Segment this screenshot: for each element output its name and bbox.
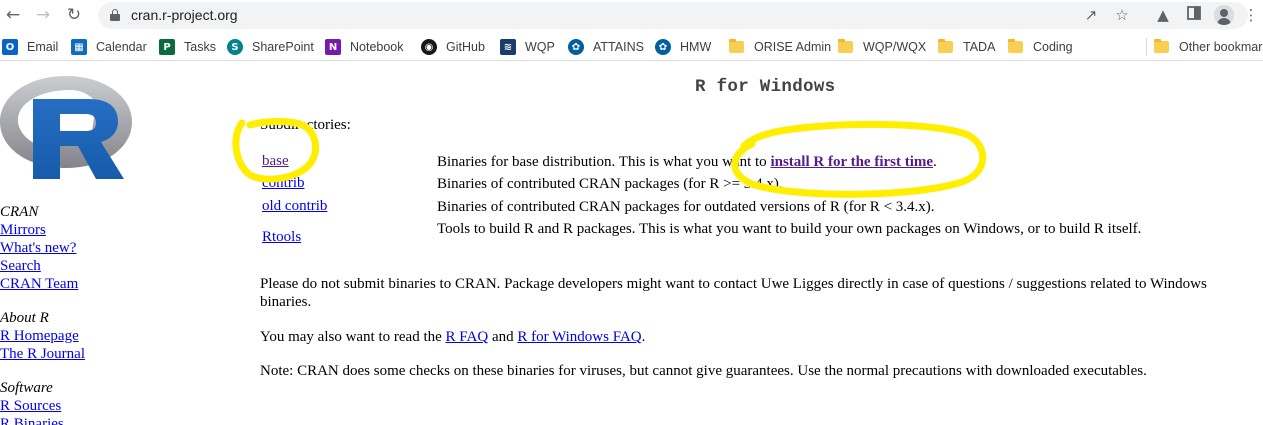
- bookmark-wqp[interactable]: ≋ WQP: [500, 37, 555, 57]
- bookmark-calendar[interactable]: ▦ Calendar: [71, 37, 147, 57]
- bookmark-label: Coding: [1033, 40, 1073, 54]
- install-r-first-time-link[interactable]: install R for the first time: [770, 154, 933, 170]
- sidebar-link-cran-team[interactable]: CRAN Team: [0, 275, 100, 293]
- bookmark-notebook[interactable]: N Notebook: [325, 37, 404, 57]
- sidebar-link-r-journal[interactable]: The R Journal: [0, 345, 100, 363]
- bookmark-attains[interactable]: ✿ ATTAINS: [568, 37, 644, 57]
- menu-kebab-icon[interactable]: ⋮: [1240, 4, 1262, 26]
- folder-icon: [838, 39, 853, 53]
- para-text: You may also want to read the: [260, 329, 446, 345]
- sidebar-heading-about-r: About R: [0, 310, 49, 326]
- bookmark-orise-admin[interactable]: ORISE Admin: [729, 37, 831, 57]
- sidebar-link-mirrors[interactable]: Mirrors: [0, 221, 100, 239]
- address-bar[interactable]: cran.r-project.org ↗ ☆: [98, 2, 1248, 29]
- desc-text: Binaries for base distribution. This is …: [437, 154, 771, 170]
- binaries-notice-paragraph: Please do not submit binaries to CRAN. P…: [260, 276, 1207, 310]
- bookmark-sharepoint[interactable]: S SharePoint: [227, 37, 314, 57]
- folder-icon: [1154, 39, 1169, 53]
- page-title: R for Windows: [695, 77, 836, 97]
- bookmark-wqp-wqx[interactable]: WQP/WQX: [838, 37, 926, 57]
- star-icon[interactable]: ☆: [1111, 4, 1133, 26]
- r-faq-link[interactable]: R FAQ: [446, 329, 489, 345]
- subdir-link-rtools[interactable]: Rtools: [262, 229, 301, 246]
- bookmark-label: TADA: [963, 40, 996, 54]
- folder-icon: [729, 39, 744, 53]
- sidebar-link-r-binaries[interactable]: R Binaries: [0, 415, 100, 425]
- sidebar-heading-software: Software: [0, 380, 53, 396]
- subdirectories-heading: Subdirectories:: [260, 117, 351, 133]
- github-icon: ◉: [421, 39, 437, 55]
- desc-text: .: [933, 154, 937, 170]
- bookmarks-separator: [1146, 38, 1147, 56]
- bookmark-label: WQP: [525, 40, 555, 54]
- onenote-icon: N: [325, 39, 341, 55]
- bookmark-label: WQP/WQX: [863, 40, 927, 54]
- planner-icon: P: [159, 39, 175, 55]
- bookmark-other-bookmarks[interactable]: Other bookmarks: [1154, 37, 1263, 57]
- r-windows-faq-link[interactable]: R for Windows FAQ: [517, 329, 641, 345]
- bookmark-label: Notebook: [350, 40, 404, 54]
- subdir-desc-old-contrib: Binaries of contributed CRAN packages fo…: [437, 199, 935, 215]
- back-arrow-icon[interactable]: ←: [2, 4, 24, 26]
- share-icon[interactable]: ↗: [1080, 4, 1102, 26]
- bookmark-tasks[interactable]: P Tasks: [159, 37, 216, 57]
- bookmark-label: ATTAINS: [593, 40, 644, 54]
- bookmark-label: SharePoint: [252, 40, 314, 54]
- bookmark-github[interactable]: ◉ GitHub: [421, 37, 485, 57]
- subdir-desc-base: Binaries for base distribution. This is …: [437, 153, 1177, 171]
- bookmark-email[interactable]: O Email: [2, 37, 58, 57]
- url-text[interactable]: cran.r-project.org: [131, 7, 238, 23]
- bookmark-label: HMW: [680, 40, 712, 54]
- epa-icon: ✿: [655, 39, 671, 55]
- bookmark-tada[interactable]: TADA: [938, 37, 995, 57]
- subdir-desc-rtools: Tools to build R and R packages. This is…: [437, 221, 1142, 237]
- sidebar-link-r-homepage[interactable]: R Homepage: [0, 327, 100, 345]
- wqp-icon: ≋: [500, 39, 516, 55]
- bookmarks-bar: O Email ▦ Calendar P Tasks S SharePoint …: [0, 33, 1263, 61]
- lock-icon[interactable]: [110, 9, 120, 21]
- browser-toolbar: ← → ↻ cran.r-project.org ↗ ☆ ▲ ⋮: [0, 0, 1263, 31]
- subdir-link-contrib[interactable]: contrib: [262, 175, 305, 192]
- folder-icon: [1008, 39, 1023, 53]
- bookmark-label: Email: [27, 40, 59, 54]
- sidebar-nav: CRAN Mirrors What's new? Search CRAN Tea…: [0, 203, 100, 425]
- sidebar-heading-cran: CRAN: [0, 204, 39, 220]
- reload-icon[interactable]: ↻: [63, 4, 85, 26]
- sidebar-link-search[interactable]: Search: [0, 257, 100, 275]
- r-logo: [0, 76, 132, 179]
- sharepoint-icon: S: [227, 39, 243, 55]
- bookmark-label: GitHub: [446, 40, 485, 54]
- bookmark-coding[interactable]: Coding: [1008, 37, 1073, 57]
- folder-icon: [938, 39, 953, 53]
- epa-icon: ✿: [568, 39, 584, 55]
- bookmark-hmw[interactable]: ✿ HMW: [655, 37, 711, 57]
- extensions-icon[interactable]: ▲: [1152, 4, 1174, 26]
- bookmark-label: Other bookmarks: [1179, 40, 1263, 54]
- subdir-desc-contrib: Binaries of contributed CRAN packages (f…: [437, 176, 783, 192]
- outlook-icon: O: [2, 39, 18, 55]
- para-text: and: [488, 329, 518, 345]
- subdir-link-base[interactable]: base: [262, 153, 289, 170]
- bookmark-label: Calendar: [96, 40, 147, 54]
- virus-note-paragraph: Note: CRAN does some checks on these bin…: [260, 363, 1147, 379]
- bookmark-label: ORISE Admin: [754, 40, 832, 54]
- faq-paragraph: You may also want to read the R FAQ and …: [260, 328, 1240, 346]
- bookmark-label: Tasks: [184, 40, 216, 54]
- sidebar-link-r-sources[interactable]: R Sources: [0, 397, 100, 415]
- subdir-link-old-contrib[interactable]: old contrib: [262, 198, 327, 215]
- sidebar-link-whats-new[interactable]: What's new?: [0, 239, 100, 257]
- side-panel-icon[interactable]: [1183, 4, 1205, 26]
- calendar-icon: ▦: [71, 39, 87, 55]
- forward-arrow-icon[interactable]: →: [32, 4, 54, 26]
- profile-avatar-icon[interactable]: [1214, 5, 1234, 25]
- para-text: .: [641, 329, 646, 345]
